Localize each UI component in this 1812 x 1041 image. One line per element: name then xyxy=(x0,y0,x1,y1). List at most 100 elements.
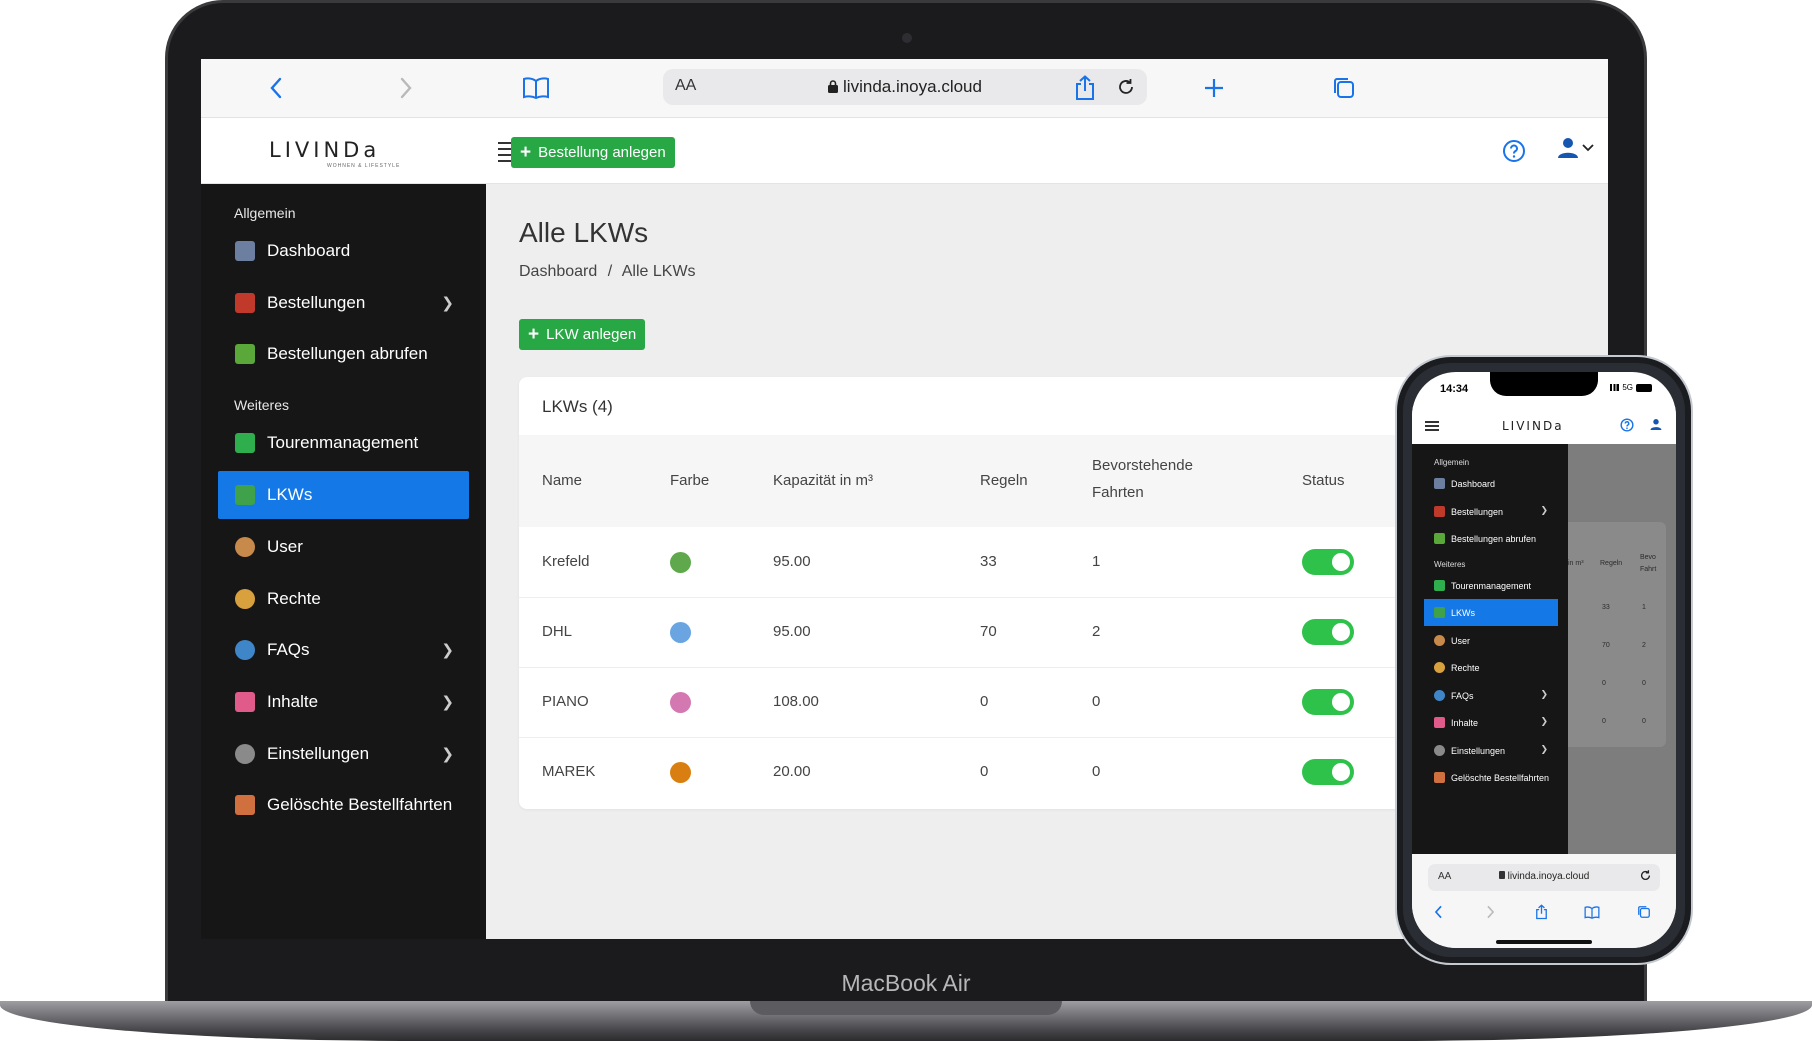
sidebar-item-inhalte[interactable]: Inhalte ❯ xyxy=(218,678,469,726)
phone-cell-rides: 2 xyxy=(1642,642,1646,649)
color-swatch xyxy=(670,762,691,783)
col-status: Status xyxy=(1302,472,1345,489)
chevron-right-icon: ❯ xyxy=(1540,689,1548,699)
tabs-icon[interactable] xyxy=(1329,73,1359,103)
forward-icon[interactable] xyxy=(391,73,421,103)
phone-sidebar-item-label: FAQs xyxy=(1451,690,1474,701)
sidebar-item-einstellungen[interactable]: Einstellungen ❯ xyxy=(218,730,469,778)
phone-table-card: in m³ Regeln Bevo Fahrt 33 1 70 2 0 0 0 … xyxy=(1568,522,1666,747)
status-toggle[interactable] xyxy=(1302,549,1354,575)
sidebar-item-lkws[interactable]: LKWs xyxy=(218,471,469,519)
phone-sidebar-item-user[interactable]: User xyxy=(1424,627,1558,654)
add-truck-label: LKW anlegen xyxy=(546,326,637,343)
new-order-label: Bestellung anlegen xyxy=(538,144,666,161)
breadcrumb: Dashboard / Alle LKWs xyxy=(519,263,696,281)
status-toggle[interactable] xyxy=(1302,619,1354,645)
phone-back-icon[interactable] xyxy=(1428,902,1448,922)
new-order-button[interactable]: + Bestellung anlegen xyxy=(511,137,675,168)
add-truck-button[interactable]: + LKW anlegen xyxy=(519,319,646,350)
user-avatar-icon xyxy=(235,537,255,557)
plus-icon: + xyxy=(528,324,540,345)
phone-sidebar-item-tourenmanagement[interactable]: Tourenmanagement xyxy=(1424,572,1558,599)
phone-sidebar-item-dashboard[interactable]: Dashboard xyxy=(1424,470,1558,497)
chevron-right-icon: ❯ xyxy=(1540,505,1548,515)
phone-sidebar-item-label: Tourenmanagement xyxy=(1451,580,1532,591)
phone-livinda-logo[interactable]: LIVINDa xyxy=(1502,419,1564,433)
phone-cell-rules: 33 xyxy=(1602,604,1610,611)
phone-forward-icon[interactable] xyxy=(1480,902,1500,922)
livinda-logo[interactable]: LIVINDa xyxy=(269,138,380,162)
battery-icon xyxy=(1636,383,1652,392)
status-toggle[interactable] xyxy=(1302,759,1354,785)
sidebar-item-dashboard[interactable]: Dashboard xyxy=(218,227,469,275)
sidebar-item-faqs[interactable]: FAQs ❯ xyxy=(218,626,469,674)
row-divider xyxy=(519,597,1424,598)
sidebar-item-tourenmanagement[interactable]: Tourenmanagement xyxy=(218,419,469,467)
phone-status-bar: 5G xyxy=(1610,383,1652,392)
phone-tabs-icon[interactable] xyxy=(1634,902,1654,922)
cell-rides: 0 xyxy=(1092,763,1101,780)
col-rules: Regeln xyxy=(980,472,1028,489)
sidebar-item-geloeschte-bestellfahrten[interactable]: Gelöschte Bestellfahrten xyxy=(218,781,469,829)
phone-sidebar-item-geloeschte-bestellfahrten[interactable]: Gelöschte Bestellfahrten xyxy=(1424,764,1558,791)
reload-icon[interactable] xyxy=(1113,74,1139,100)
back-icon[interactable] xyxy=(261,73,291,103)
phone-cell-rides: 0 xyxy=(1642,718,1646,725)
phone-sidebar-item-bestellungen[interactable]: Bestellungen ❯ xyxy=(1424,498,1558,525)
sidebar-item-label: Dashboard xyxy=(267,241,351,260)
phone-sidebar-item-inhalte[interactable]: Inhalte ❯ xyxy=(1424,709,1558,736)
phone-sidebar-item-rechte[interactable]: Rechte xyxy=(1424,654,1558,681)
breadcrumb-dashboard[interactable]: Dashboard xyxy=(519,263,597,280)
phone-address-bar[interactable]: AA livinda.inoya.cloud xyxy=(1428,864,1660,891)
phone-sidebar-item-faqs[interactable]: FAQs ❯ xyxy=(1424,682,1558,709)
cell-rules: 70 xyxy=(980,623,997,640)
phone-sidebar-item-label: Bestellungen xyxy=(1451,506,1504,517)
bookmarks-icon[interactable] xyxy=(521,73,551,103)
chevron-right-icon: ❯ xyxy=(441,642,454,659)
url-text: livinda.inoya.cloud xyxy=(843,77,982,96)
laptop-label: MacBook Air xyxy=(841,970,971,996)
share-icon[interactable] xyxy=(1070,73,1100,103)
sidebar-item-bestellungen[interactable]: Bestellungen ❯ xyxy=(218,279,469,327)
help-icon[interactable] xyxy=(1502,139,1526,168)
sidebar-item-label: FAQs xyxy=(267,640,310,659)
phone-home-indicator xyxy=(1496,940,1592,944)
color-swatch xyxy=(670,552,691,573)
color-swatch xyxy=(670,692,691,713)
deleted-rides-icon xyxy=(1434,772,1445,783)
phone-screen: 14:34 5G LIVINDa Allgemein Dashboard Bes… xyxy=(1412,372,1676,948)
user-menu[interactable] xyxy=(1557,137,1594,159)
sidebar-item-bestellungen-abrufen[interactable]: Bestellungen abrufen xyxy=(218,330,469,378)
plus-icon: + xyxy=(520,142,532,163)
phone-share-icon[interactable] xyxy=(1531,902,1551,922)
phone-reload-icon[interactable] xyxy=(1639,869,1652,887)
phone-col-capacity: in m³ xyxy=(1568,560,1584,567)
phone-sidebar-item-label: Gelöschte Bestellfahrten xyxy=(1451,772,1550,783)
phone-sidebar-item-bestellungen-abrufen[interactable]: Bestellungen abrufen xyxy=(1424,525,1558,552)
phone-user-icon[interactable] xyxy=(1650,418,1662,436)
phone-sidebar-item-einstellungen[interactable]: Einstellungen ❯ xyxy=(1424,737,1558,764)
user-avatar-icon xyxy=(1434,635,1445,646)
laptop-camera xyxy=(902,33,912,43)
chevron-right-icon: ❯ xyxy=(441,746,454,763)
chevron-right-icon: ❯ xyxy=(1540,716,1548,726)
lock-icon xyxy=(828,78,839,93)
phone-help-icon[interactable] xyxy=(1620,418,1634,437)
new-tab-icon[interactable] xyxy=(1199,73,1229,103)
phone-browser-bar: AA livinda.inoya.cloud xyxy=(1412,854,1676,948)
cell-rules: 0 xyxy=(980,693,989,710)
sidebar-item-label: Bestellungen xyxy=(267,293,366,312)
content-icon xyxy=(1434,717,1445,728)
cell-name: DHL xyxy=(542,623,573,640)
phone-bookmarks-icon[interactable] xyxy=(1582,902,1602,922)
faq-icon xyxy=(235,640,255,660)
sidebar-item-user[interactable]: User xyxy=(218,523,469,571)
faq-icon xyxy=(1434,690,1445,701)
sidebar-item-label: Tourenmanagement xyxy=(267,433,419,452)
app-header: LIVINDa WOHNEN & LIFESTYLE + Bestellung … xyxy=(201,118,1608,184)
phone-menu-toggle-icon[interactable] xyxy=(1425,421,1439,433)
phone-time: 14:34 xyxy=(1440,383,1469,395)
sidebar-item-rechte[interactable]: Rechte xyxy=(218,575,469,623)
status-toggle[interactable] xyxy=(1302,689,1354,715)
phone-sidebar-item-lkws[interactable]: LKWs xyxy=(1424,599,1558,626)
